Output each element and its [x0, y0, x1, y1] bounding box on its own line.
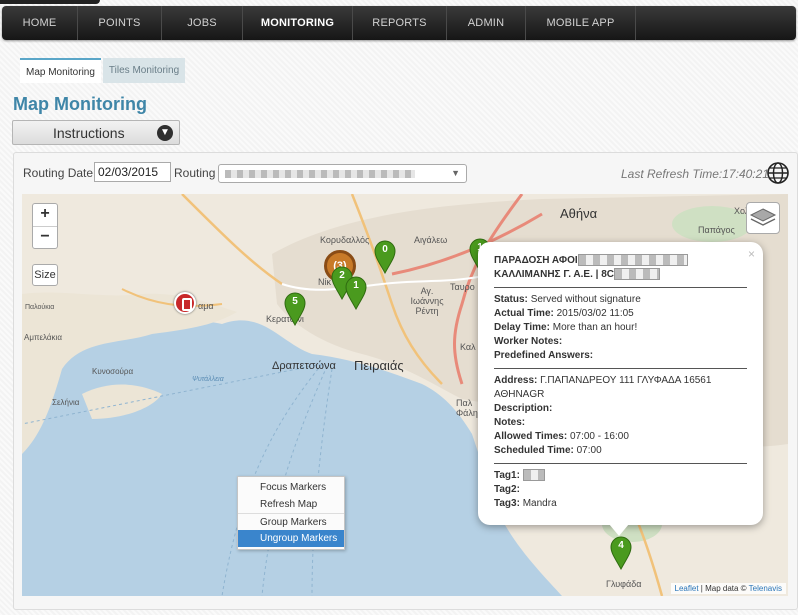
size-button[interactable]: Size — [32, 264, 58, 286]
map-label-selinia: Σελήνια — [52, 398, 80, 407]
map-label-kal: Καλ — [460, 342, 476, 352]
chevron-down-icon: ▼ — [157, 125, 173, 141]
map-pin-1[interactable]: 1 — [345, 276, 367, 311]
context-menu: Focus Markers Refresh Map Group Markers … — [237, 476, 345, 550]
close-icon[interactable]: × — [748, 247, 755, 261]
zoom-out-button[interactable]: − — [33, 226, 57, 248]
zoom-in-button[interactable]: + — [33, 204, 57, 226]
allowed-times-value: 07:00 - 16:00 — [569, 431, 629, 442]
routing-date-label: Routing Date — [23, 166, 94, 180]
map-label-athina: Αθήνα — [560, 206, 598, 221]
tag3-label: Tag3: — [494, 498, 520, 509]
actual-time-value: 2015/03/02 11:05 — [556, 308, 634, 319]
map-label-psitalleia: Ψυτάλλεια — [192, 376, 224, 383]
top-edge — [0, 0, 100, 4]
map-pin-4[interactable]: 4 — [610, 536, 632, 571]
last-refresh-time: Last Refresh Time:17:40:21 — [621, 167, 769, 181]
zoom-control: + − — [32, 203, 58, 249]
main-navbar: HOME POINTS JOBS MONITORING REPORTS ADMI… — [2, 6, 796, 40]
page-title: Map Monitoring — [13, 94, 147, 114]
map-panel: Routing Date Routing ▼ Last Refresh Time… — [13, 152, 798, 610]
attribution-text: | Map data © — [698, 584, 749, 593]
instructions-button[interactable]: Instructions ▼ — [12, 120, 180, 145]
map-view[interactable]: Αθήνα Χολαργ Παπάγος Κορυδαλλός Αιγάλεω … — [22, 194, 788, 596]
marker-popup: × ΠΑΡΑΔΟΣΗ ΑΦΟΙ ΚΑΛΛΙΜΑΝΗΣ Γ. Α.Ε. | 8C … — [478, 242, 763, 525]
alert-marker[interactable] — [174, 292, 196, 314]
notes-label: Notes: — [494, 417, 526, 428]
popup-divider — [494, 368, 747, 369]
address-line2: ΑΘΗΝΑGR — [494, 389, 545, 400]
layers-button[interactable] — [746, 202, 780, 234]
map-pin-0[interactable]: 0 — [374, 240, 396, 275]
map-label-papagos: Παπάγος — [698, 225, 735, 235]
tab-tiles-monitoring[interactable]: Tiles Monitoring — [102, 58, 186, 83]
nav-home[interactable]: HOME — [2, 6, 78, 40]
menu-item-ungroup-markers[interactable]: Ungroup Markers — [238, 530, 344, 547]
map-label-glyfada: Γλυφάδα — [606, 579, 642, 589]
address-value: Γ.ΠΑΠΑΝΔΡΕΟΥ 111 ΓΛΥΦΑΔΑ 16561 — [540, 375, 712, 386]
map-label-salamina: αμα — [198, 301, 214, 311]
popup-divider — [494, 287, 747, 288]
instructions-label: Instructions — [53, 125, 125, 141]
layers-icon — [749, 208, 777, 226]
nav-admin[interactable]: ADMIN — [447, 6, 526, 40]
map-label-drapetsona: Δραπετσώνα — [272, 360, 336, 372]
map-label-palaio-faliro: Παλ Φάλη — [456, 398, 478, 418]
tab-map-monitoring[interactable]: Map Monitoring — [20, 58, 101, 83]
map-pin-label: 1 — [353, 280, 359, 291]
nav-mobile-app[interactable]: MOBILE APP — [526, 6, 636, 40]
map-pin-label: 5 — [292, 296, 298, 307]
worker-notes-label: Worker Notes: — [494, 336, 563, 347]
nav-jobs[interactable]: JOBS — [162, 6, 243, 40]
redacted-code — [614, 268, 661, 281]
delay-time-label: Delay Time: — [494, 322, 550, 333]
redacted-routing-value — [225, 170, 415, 178]
nav-points[interactable]: POINTS — [78, 6, 162, 40]
map-label-agios-ioannis-renti: Αγ. Ιωάννης Ρέντη — [410, 286, 444, 316]
address-label: Address: — [494, 375, 538, 386]
status-label: Status: — [494, 294, 528, 305]
map-label-tavros: Ταυρο — [450, 282, 475, 292]
map-label-ampelakia: Αμπελάκια — [24, 333, 62, 342]
popup-tip — [609, 524, 629, 536]
map-label-kynosoura: Κυνοσούρα — [92, 367, 134, 376]
subtabs: Map Monitoring Tiles Monitoring — [20, 58, 186, 83]
popup-title-line2: ΚΑΛΛΙΜΑΝΗΣ Γ. Α.Ε. | 8C — [494, 269, 615, 280]
map-pin-5[interactable]: 5 — [284, 292, 306, 327]
popup-divider — [494, 463, 747, 464]
provider-link[interactable]: Telenavis — [749, 584, 782, 593]
map-label-paloukia: Παλούκια — [25, 304, 55, 311]
map-pin-label: 4 — [618, 540, 624, 551]
tag1-label: Tag1: — [494, 470, 520, 481]
routing-select[interactable]: ▼ — [218, 164, 467, 183]
routing-date-input[interactable] — [94, 162, 171, 182]
leaflet-link[interactable]: Leaflet — [675, 584, 699, 593]
menu-item-group-markers[interactable]: Group Markers — [238, 513, 344, 530]
predefined-answers-label: Predefined Answers: — [494, 350, 594, 361]
map-label-korydallos: Κορυδαλλός — [320, 235, 370, 245]
map-label-peiraias: Πειραιάς — [354, 358, 404, 373]
tag3-value: Mandra — [522, 498, 557, 509]
map-pin-label: 0 — [382, 244, 388, 255]
allowed-times-label: Allowed Times: — [494, 431, 568, 442]
redacted-title — [577, 254, 688, 267]
tag2-label: Tag2: — [494, 484, 520, 495]
scheduled-time-value: 07:00 — [576, 445, 602, 456]
nav-monitoring[interactable]: MONITORING — [243, 6, 353, 40]
nav-reports[interactable]: REPORTS — [353, 6, 447, 40]
delay-time-value: More than an hour! — [552, 322, 638, 333]
menu-item-refresh-map[interactable]: Refresh Map — [238, 496, 344, 513]
globe-icon[interactable] — [766, 161, 790, 185]
redacted-tag1 — [522, 469, 545, 482]
menu-item-focus-markers[interactable]: Focus Markers — [238, 479, 344, 496]
popup-title-line1: ΠΑΡΑΔΟΣΗ ΑΦΟΙ — [494, 255, 578, 266]
description-label: Description: — [494, 403, 553, 414]
map-attribution: Leaflet | Map data © Telenavis — [670, 583, 786, 594]
map-label-aigaleo: Αιγάλεω — [414, 235, 448, 245]
scheduled-time-label: Scheduled Time: — [494, 445, 574, 456]
actual-time-label: Actual Time: — [494, 308, 554, 319]
status-value: Served without signature — [530, 294, 641, 305]
chevron-down-icon: ▼ — [451, 168, 460, 178]
routing-label: Routing — [174, 166, 216, 180]
